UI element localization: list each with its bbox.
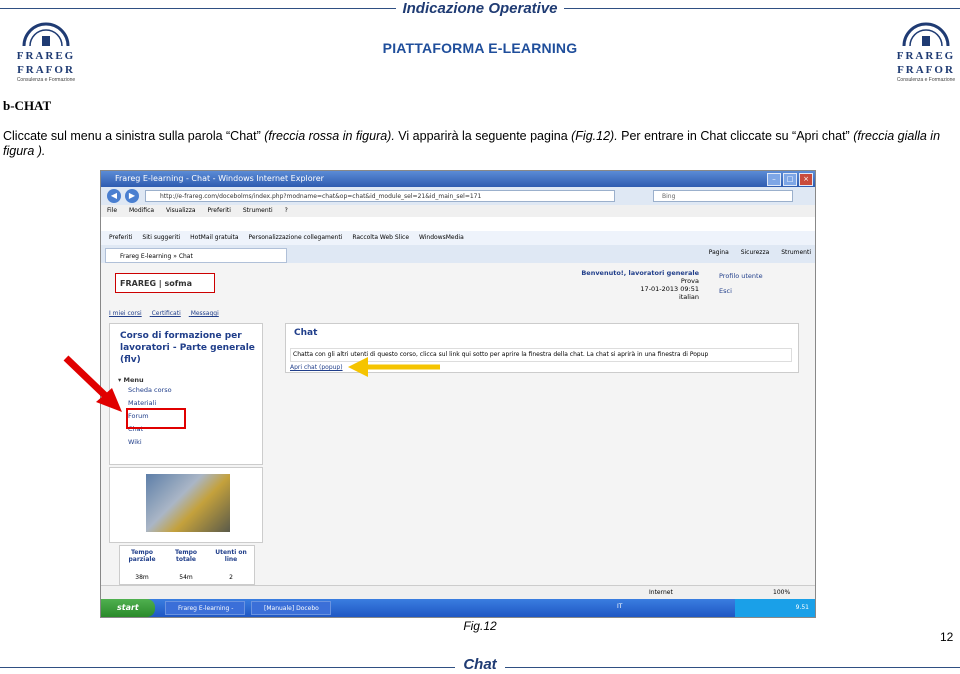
- yellow-arrow-icon: [348, 357, 440, 377]
- annotation-overlay: [63, 355, 440, 412]
- footer-title: Chat: [0, 656, 960, 673]
- figure-caption: Fig.12: [463, 619, 497, 633]
- page-number: 12: [940, 630, 954, 644]
- red-arrow-icon: [63, 355, 122, 412]
